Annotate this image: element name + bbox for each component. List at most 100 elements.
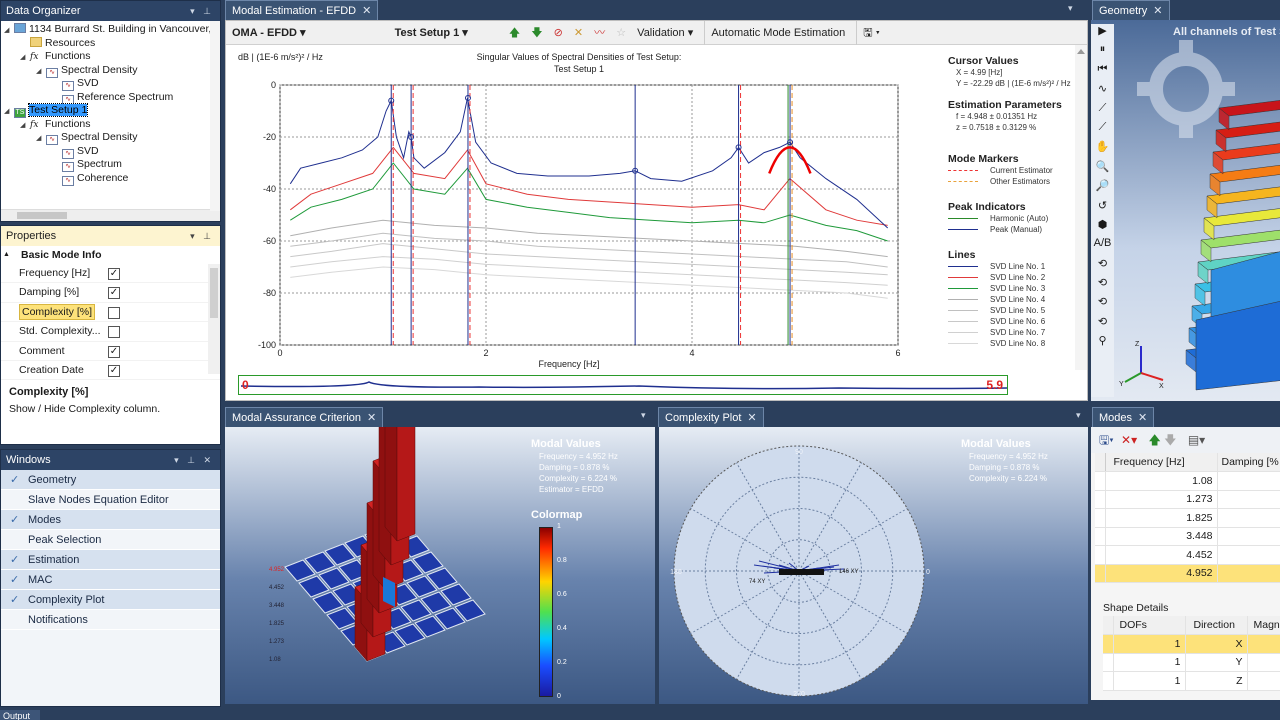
- window-item[interactable]: Notifications: [1, 610, 220, 630]
- tab-menu-icon[interactable]: ▾: [1076, 410, 1081, 421]
- property-row[interactable]: Complexity [%]: [1, 303, 220, 323]
- tree-item[interactable]: ◢ TS Test Setup 1: [4, 103, 220, 119]
- validation-dropdown[interactable]: Validation ▾: [637, 21, 693, 45]
- properties-scrollbar[interactable]: [208, 264, 220, 374]
- tree-item[interactable]: ◢ 1134 Burrard St. Building in Vancouver,…: [4, 23, 220, 37]
- geometry-tool-icon[interactable]: ↺: [1091, 199, 1114, 218]
- geometry-tool-icon[interactable]: ✋: [1091, 140, 1114, 159]
- properties-section[interactable]: ▲ Basic Mode Info: [1, 246, 220, 264]
- modes-row[interactable]: 4.952: [1095, 564, 1280, 583]
- expand-icon[interactable]: ◢: [36, 65, 46, 79]
- property-row[interactable]: Damping [%] ✓: [1, 283, 220, 303]
- geometry-tool-icon[interactable]: A/B: [1091, 237, 1114, 256]
- modes-col-frequency[interactable]: Frequency [Hz]: [1105, 453, 1218, 472]
- geometry-tool-icon[interactable]: ⏸: [1091, 43, 1114, 62]
- tab-modes[interactable]: Modes ✕: [1092, 407, 1155, 427]
- arrow-up-icon[interactable]: 🡅: [1148, 433, 1160, 447]
- close-icon[interactable]: ✕: [747, 412, 756, 424]
- shape-row[interactable]: 1Y: [1103, 653, 1280, 672]
- geometry-tool-icon[interactable]: ⟲: [1091, 315, 1114, 334]
- geometry-tool-icon[interactable]: ⬢: [1091, 218, 1114, 237]
- horizontal-scrollbar[interactable]: [1, 209, 220, 221]
- property-row[interactable]: Creation Date ✓: [1, 361, 220, 381]
- modes-row[interactable]: 1.273: [1095, 490, 1280, 509]
- window-item[interactable]: Peak Selection: [1, 530, 220, 550]
- tree-item[interactable]: ∿ Reference Spectrum: [4, 91, 220, 105]
- window-item[interactable]: Slave Nodes Equation Editor: [1, 490, 220, 510]
- geometry-tool-icon[interactable]: ⟲: [1091, 276, 1114, 295]
- window-item[interactable]: ✓ Geometry: [1, 470, 220, 490]
- property-row[interactable]: Frequency [Hz] ✓: [1, 264, 220, 284]
- expand-icon[interactable]: ◢: [36, 132, 46, 146]
- pin-icon[interactable]: ▾ ⊥: [190, 226, 214, 246]
- geometry-tool-icon[interactable]: ⚲: [1091, 334, 1114, 353]
- expand-icon[interactable]: ◢: [20, 51, 30, 65]
- export-icon[interactable]: ▤▾: [1188, 433, 1205, 447]
- tree-item[interactable]: ◢ fx Functions: [4, 118, 220, 132]
- geometry-tool-icon[interactable]: ⟲: [1091, 295, 1114, 314]
- property-checkbox[interactable]: ✓: [108, 345, 120, 358]
- vertical-scrollbar[interactable]: [210, 21, 220, 211]
- modes-col-damping[interactable]: Damping [%: [1217, 453, 1280, 472]
- geometry-tool-icon[interactable]: ⏮: [1091, 63, 1114, 82]
- tree-item[interactable]: ◢ ∿ Spectral Density: [4, 131, 220, 145]
- tab-geometry[interactable]: Geometry ✕: [1092, 0, 1170, 20]
- tab-menu-icon[interactable]: ▾: [641, 410, 646, 421]
- modes-row[interactable]: 3.448: [1095, 527, 1280, 546]
- tab-complexity-plot[interactable]: Complexity Plot ✕: [658, 407, 764, 427]
- modes-row[interactable]: 1.825: [1095, 508, 1280, 528]
- tab-menu-icon[interactable]: ▾: [1068, 3, 1073, 14]
- sd-col-magnitude[interactable]: Magn: [1247, 616, 1280, 635]
- property-checkbox[interactable]: ✓: [108, 364, 120, 377]
- window-item[interactable]: ✓ Modes: [1, 510, 220, 530]
- close-icon[interactable]: ✕: [367, 412, 376, 424]
- arrow-down-icon[interactable]: 🡇: [531, 21, 542, 45]
- mac-3d-bar-chart[interactable]: 4.952 4.452 3.448 1.825 1.273 1.08: [225, 427, 525, 704]
- geometry-tool-icon[interactable]: ▶: [1091, 24, 1114, 43]
- close-icon[interactable]: ✕: [362, 5, 371, 17]
- close-icon[interactable]: ✕: [1153, 5, 1162, 17]
- complexity-polar-plot[interactable]: 90 270 180 0 74 XY 146 XY: [659, 427, 949, 704]
- close-icon[interactable]: ✕: [1138, 412, 1147, 424]
- geometry-tool-icon[interactable]: ⟋: [1091, 121, 1114, 140]
- clear-icon[interactable]: ✕: [574, 21, 583, 45]
- tab-modal-estimation[interactable]: Modal Estimation - EFDD ✕: [225, 0, 379, 20]
- peak-pick-icon[interactable]: 〰: [594, 21, 605, 45]
- property-checkbox[interactable]: ✓: [108, 268, 120, 280]
- property-checkbox[interactable]: [108, 306, 120, 319]
- setup-dropdown[interactable]: Test Setup 1 ▾: [395, 21, 468, 45]
- modes-row[interactable]: 1.08: [1095, 471, 1280, 491]
- method-dropdown[interactable]: OMA - EFDD ▾: [232, 21, 306, 45]
- shape-row[interactable]: 1X9: [1103, 634, 1280, 654]
- window-item[interactable]: ✓ Estimation: [1, 550, 220, 570]
- spectral-density-chart[interactable]: 0-20-40-60-80-1000 2 4 6Singular Values of …: [226, 45, 936, 370]
- geometry-tool-icon[interactable]: 🔎: [1091, 179, 1114, 198]
- sd-col-dofs[interactable]: DOFs: [1113, 616, 1186, 635]
- property-row[interactable]: Std. Complexity...: [1, 322, 220, 342]
- geometry-tool-icon[interactable]: ⟋: [1091, 102, 1114, 121]
- export-icon[interactable]: 🖫 ▾: [856, 21, 880, 46]
- expand-icon[interactable]: ◢: [4, 24, 14, 38]
- tree-item[interactable]: Resources: [4, 36, 220, 51]
- tree-item[interactable]: ◢ fx Functions: [4, 50, 220, 64]
- tree-item[interactable]: ∿ Spectrum: [4, 158, 220, 172]
- expand-icon[interactable]: ◢: [4, 105, 14, 119]
- geometry-tool-icon[interactable]: 🔍: [1091, 160, 1114, 179]
- property-checkbox[interactable]: ✓: [108, 287, 120, 300]
- tree-item[interactable]: ∿ SVD: [4, 77, 220, 91]
- property-checkbox[interactable]: [108, 326, 120, 339]
- frequency-range-selector[interactable]: 0 5.9: [238, 375, 1008, 395]
- tree-item[interactable]: ◢ ∿ Spectral Density: [4, 64, 220, 78]
- tab-mac[interactable]: Modal Assurance Criterion ✕: [225, 407, 384, 427]
- arrow-up-icon[interactable]: 🡅: [509, 21, 520, 45]
- output-tab[interactable]: Output: [0, 710, 40, 720]
- geometry-tool-icon[interactable]: ∿: [1091, 82, 1114, 101]
- pin-icon[interactable]: ▾ ⊥: [190, 1, 214, 21]
- modes-row[interactable]: 4.452: [1095, 545, 1280, 565]
- window-item[interactable]: ✓ MAC: [1, 570, 220, 590]
- property-row[interactable]: Comment ✓: [1, 342, 220, 361]
- window-item[interactable]: ✓ Complexity Plot: [1, 590, 220, 610]
- geometry-tool-icon[interactable]: ⟲: [1091, 257, 1114, 276]
- auto-estimation-button[interactable]: Automatic Mode Estimation: [704, 21, 845, 46]
- pin-icon[interactable]: ▾ ⊥ ✕: [174, 450, 214, 470]
